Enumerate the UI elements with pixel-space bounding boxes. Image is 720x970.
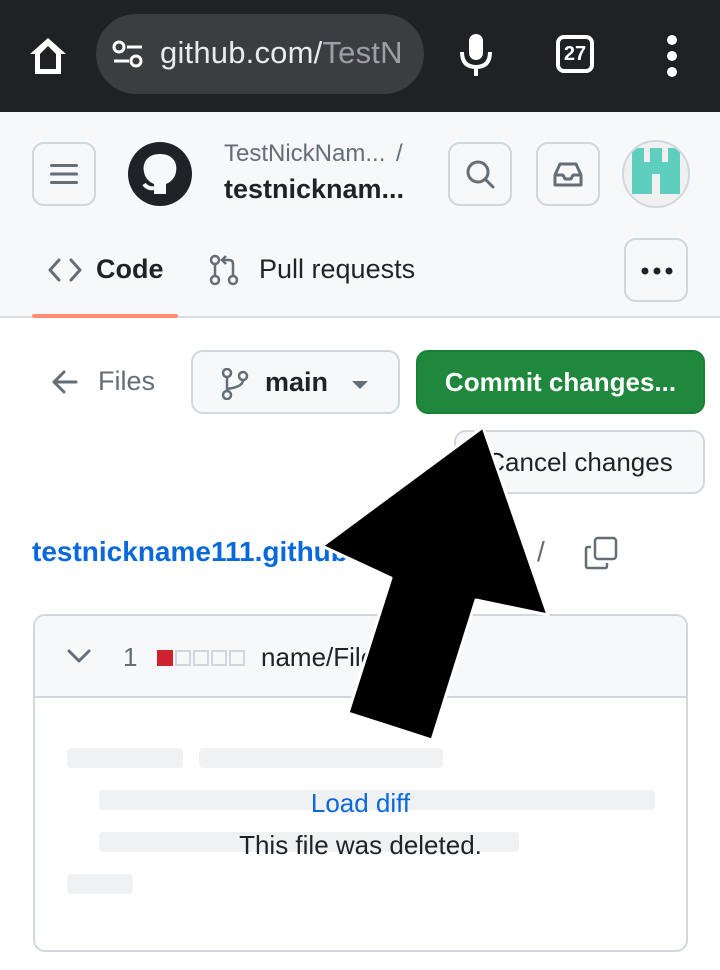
more-options-button[interactable] — [624, 238, 688, 302]
owner-repo-separator: / — [396, 140, 403, 167]
repo-owner-link[interactable]: TestNickNam... — [224, 140, 385, 168]
collapse-chevron-icon[interactable] — [67, 648, 91, 664]
tab-code-label: Code — [96, 254, 164, 284]
identicon-icon — [624, 142, 688, 206]
cancel-changes-button[interactable]: Cancel changes — [454, 430, 705, 494]
microphone-icon[interactable] — [458, 32, 494, 78]
arrow-left-icon — [52, 370, 78, 394]
repo-header: TestNickNam... / testnicknam... Code Pul… — [0, 112, 720, 318]
changes-count: 1 — [123, 642, 138, 672]
breadcrumb-separator: / — [537, 536, 545, 567]
url-text: github.com/TestN — [160, 35, 403, 70]
diffstat-deleted-block — [157, 650, 173, 666]
commit-changes-button[interactable]: Commit changes... — [416, 350, 705, 414]
file-path: name/File — [261, 642, 376, 672]
search-icon — [466, 160, 495, 189]
active-tab-indicator — [32, 314, 178, 318]
diff-file-header: 1 name/File — [35, 616, 686, 698]
home-icon[interactable] — [26, 34, 70, 78]
hamburger-menu-button[interactable] — [32, 142, 96, 206]
inbox-icon — [553, 162, 583, 187]
breadcrumb-repo-link[interactable]: testnickname111.github.io — [32, 536, 381, 568]
pull-request-icon — [209, 254, 239, 286]
skeleton-line — [67, 748, 183, 768]
ellipsis-icon — [641, 267, 673, 275]
branch-name: main — [265, 367, 329, 397]
inbox-button[interactable] — [536, 142, 600, 206]
chevron-down-icon — [352, 381, 368, 389]
search-button[interactable] — [448, 142, 512, 206]
copy-path-icon[interactable] — [584, 536, 618, 570]
skeleton-line — [67, 874, 133, 894]
github-logo-icon[interactable] — [128, 142, 192, 206]
load-diff-link[interactable]: Load diff — [35, 788, 686, 819]
git-branch-icon — [221, 368, 249, 400]
branch-selector[interactable]: main — [191, 350, 400, 414]
browser-menu-icon[interactable] — [664, 34, 680, 78]
diffstat-neutral-block — [175, 650, 191, 666]
tab-pull-requests-label: Pull requests — [259, 254, 416, 284]
url-bar[interactable]: github.com/TestN — [96, 14, 424, 94]
diff-file-card: 1 name/File Load diff This file was dele… — [33, 614, 688, 952]
diffstat-neutral-block — [193, 650, 209, 666]
skeleton-line — [199, 748, 443, 768]
hamburger-icon — [50, 164, 78, 184]
avatar[interactable] — [622, 140, 690, 208]
repo-name-link[interactable]: testnicknam... — [224, 174, 404, 205]
site-settings-icon[interactable] — [112, 40, 144, 68]
tab-switcher-button[interactable]: 27 — [556, 35, 594, 73]
files-label: Files — [98, 366, 156, 396]
file-deleted-message: This file was deleted. — [239, 830, 482, 860]
browser-toolbar: github.com/TestN 27 — [0, 0, 720, 112]
code-icon — [48, 258, 82, 282]
tab-code[interactable]: Code — [32, 230, 178, 318]
diffstat-neutral-block — [229, 650, 245, 666]
diffstat-neutral-block — [211, 650, 227, 666]
